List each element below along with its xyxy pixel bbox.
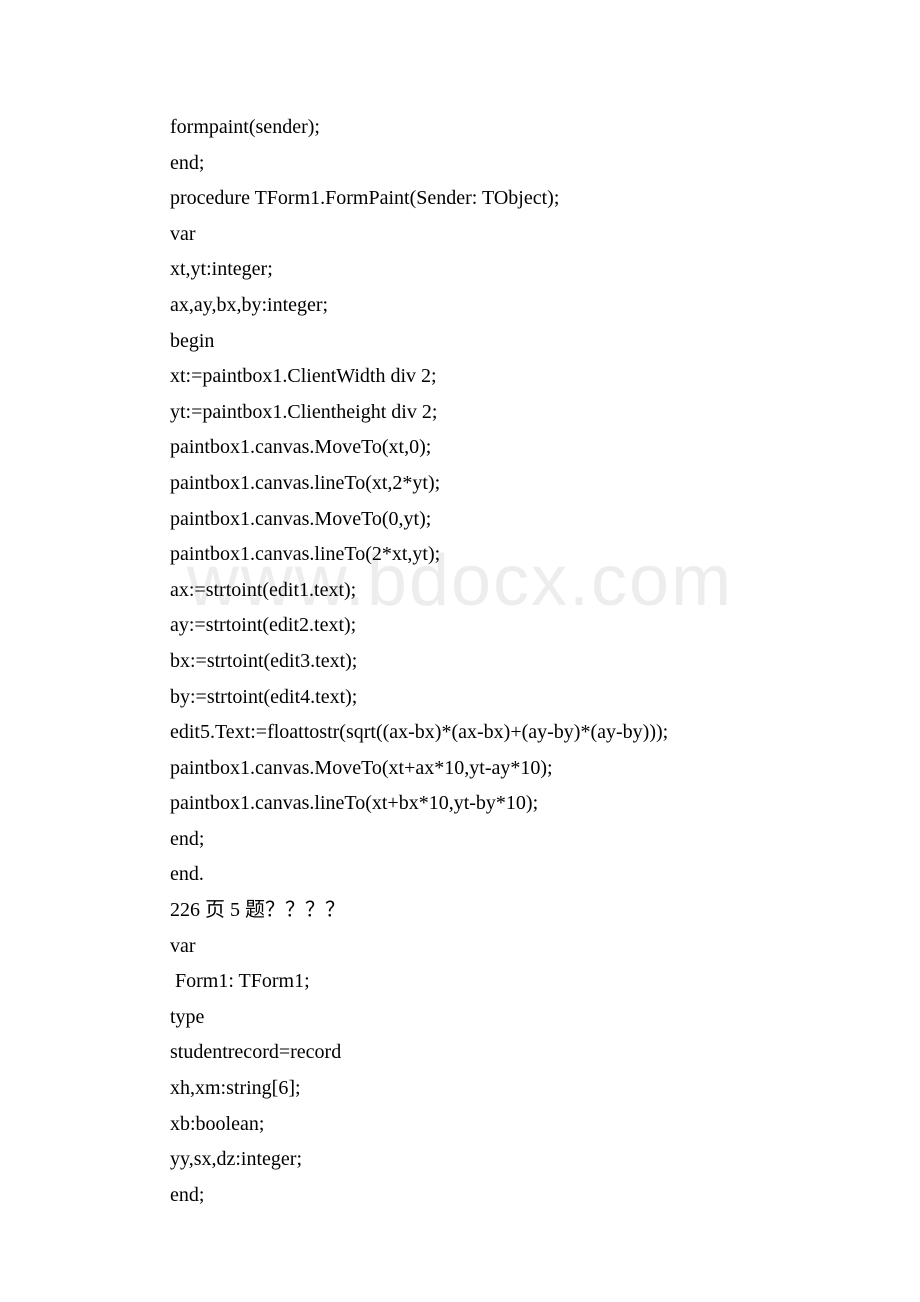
code-line: var	[170, 217, 750, 253]
code-line: 226 页 5 题？？？？	[170, 893, 750, 929]
code-line: begin	[170, 324, 750, 360]
code-line: ax,ay,bx,by:integer;	[170, 288, 750, 324]
code-line: end;	[170, 822, 750, 858]
code-line: type	[170, 1000, 750, 1036]
code-line: yy,sx,dz:integer;	[170, 1142, 750, 1178]
code-line: xb:boolean;	[170, 1107, 750, 1143]
code-line: end.	[170, 857, 750, 893]
code-line: Form1: TForm1;	[170, 964, 750, 1000]
code-line: formpaint(sender);	[170, 110, 750, 146]
code-line: paintbox1.canvas.lineTo(xt+bx*10,yt-by*1…	[170, 786, 750, 822]
code-line: ax:=strtoint(edit1.text);	[170, 573, 750, 609]
code-line: paintbox1.canvas.MoveTo(0,yt);	[170, 502, 750, 538]
code-line: by:=strtoint(edit4.text);	[170, 680, 750, 716]
code-line: studentrecord=record	[170, 1035, 750, 1071]
code-line: procedure TForm1.FormPaint(Sender: TObje…	[170, 181, 750, 217]
code-line: edit5.Text:=floattostr(sqrt((ax-bx)*(ax-…	[170, 715, 750, 751]
code-line: paintbox1.canvas.MoveTo(xt,0);	[170, 430, 750, 466]
code-line: yt:=paintbox1.Clientheight div 2;	[170, 395, 750, 431]
code-line: paintbox1.canvas.MoveTo(xt+ax*10,yt-ay*1…	[170, 751, 750, 787]
code-line: ay:=strtoint(edit2.text);	[170, 608, 750, 644]
code-line: xt:=paintbox1.ClientWidth div 2;	[170, 359, 750, 395]
code-line: end;	[170, 1178, 750, 1214]
code-line: xt,yt:integer;	[170, 252, 750, 288]
code-line: var	[170, 929, 750, 965]
code-line: paintbox1.canvas.lineTo(xt,2*yt);	[170, 466, 750, 502]
code-line: end;	[170, 146, 750, 182]
code-line: bx:=strtoint(edit3.text);	[170, 644, 750, 680]
document-page: formpaint(sender); end; procedure TForm1…	[0, 0, 920, 1293]
code-line: xh,xm:string[6];	[170, 1071, 750, 1107]
code-line: paintbox1.canvas.lineTo(2*xt,yt);	[170, 537, 750, 573]
